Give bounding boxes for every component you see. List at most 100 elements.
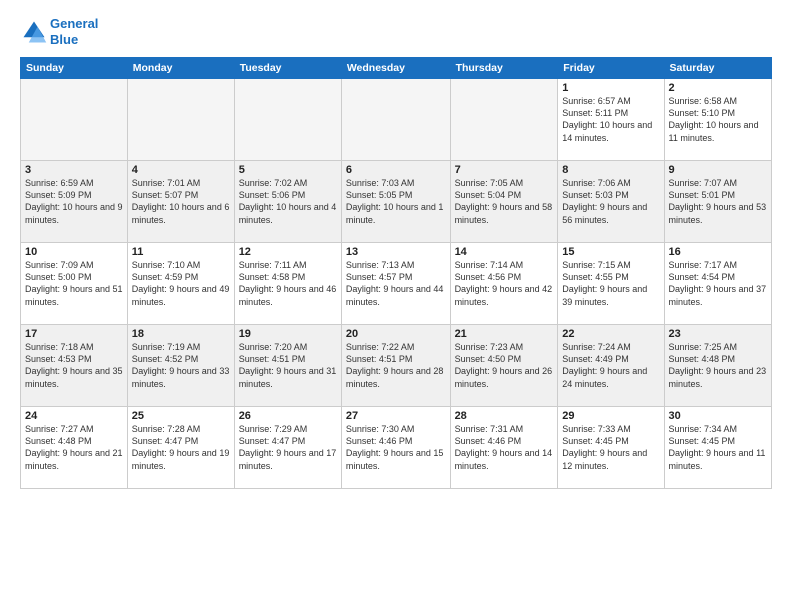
day-number: 8 [562,164,659,176]
day-cell: 12Sunrise: 7:11 AM Sunset: 4:58 PM Dayli… [234,243,341,325]
day-cell: 1Sunrise: 6:57 AM Sunset: 5:11 PM Daylig… [558,79,664,161]
day-number: 13 [346,246,446,258]
day-cell: 17Sunrise: 7:18 AM Sunset: 4:53 PM Dayli… [21,325,128,407]
day-number: 9 [669,164,767,176]
day-cell: 16Sunrise: 7:17 AM Sunset: 4:54 PM Dayli… [664,243,771,325]
weekday-tuesday: Tuesday [234,58,341,79]
week-row-4: 17Sunrise: 7:18 AM Sunset: 4:53 PM Dayli… [21,325,772,407]
day-cell: 29Sunrise: 7:33 AM Sunset: 4:45 PM Dayli… [558,407,664,489]
day-number: 2 [669,82,767,94]
day-info: Sunrise: 7:19 AM Sunset: 4:52 PM Dayligh… [132,341,230,390]
weekday-wednesday: Wednesday [341,58,450,79]
day-number: 6 [346,164,446,176]
logo-text: General Blue [50,16,98,47]
day-info: Sunrise: 6:58 AM Sunset: 5:10 PM Dayligh… [669,95,767,144]
day-info: Sunrise: 7:09 AM Sunset: 5:00 PM Dayligh… [25,259,123,308]
day-cell: 19Sunrise: 7:20 AM Sunset: 4:51 PM Dayli… [234,325,341,407]
day-cell: 10Sunrise: 7:09 AM Sunset: 5:00 PM Dayli… [21,243,128,325]
day-info: Sunrise: 7:34 AM Sunset: 4:45 PM Dayligh… [669,423,767,472]
day-number: 14 [455,246,554,258]
day-number: 29 [562,410,659,422]
day-number: 17 [25,328,123,340]
day-info: Sunrise: 7:27 AM Sunset: 4:48 PM Dayligh… [25,423,123,472]
weekday-thursday: Thursday [450,58,558,79]
day-number: 21 [455,328,554,340]
day-cell: 21Sunrise: 7:23 AM Sunset: 4:50 PM Dayli… [450,325,558,407]
page: General Blue SundayMondayTuesdayWednesda… [0,0,792,612]
day-info: Sunrise: 7:02 AM Sunset: 5:06 PM Dayligh… [239,177,337,226]
week-row-2: 3Sunrise: 6:59 AM Sunset: 5:09 PM Daylig… [21,161,772,243]
day-number: 10 [25,246,123,258]
day-cell: 4Sunrise: 7:01 AM Sunset: 5:07 PM Daylig… [127,161,234,243]
weekday-monday: Monday [127,58,234,79]
day-info: Sunrise: 7:24 AM Sunset: 4:49 PM Dayligh… [562,341,659,390]
week-row-5: 24Sunrise: 7:27 AM Sunset: 4:48 PM Dayli… [21,407,772,489]
day-number: 15 [562,246,659,258]
day-number: 16 [669,246,767,258]
day-cell: 15Sunrise: 7:15 AM Sunset: 4:55 PM Dayli… [558,243,664,325]
day-cell [341,79,450,161]
day-cell: 6Sunrise: 7:03 AM Sunset: 5:05 PM Daylig… [341,161,450,243]
day-info: Sunrise: 7:18 AM Sunset: 4:53 PM Dayligh… [25,341,123,390]
day-info: Sunrise: 7:23 AM Sunset: 4:50 PM Dayligh… [455,341,554,390]
day-number: 19 [239,328,337,340]
day-cell: 28Sunrise: 7:31 AM Sunset: 4:46 PM Dayli… [450,407,558,489]
day-cell [127,79,234,161]
header: General Blue [20,16,772,47]
day-cell: 7Sunrise: 7:05 AM Sunset: 5:04 PM Daylig… [450,161,558,243]
calendar: SundayMondayTuesdayWednesdayThursdayFrid… [20,57,772,489]
day-number: 25 [132,410,230,422]
day-info: Sunrise: 7:05 AM Sunset: 5:04 PM Dayligh… [455,177,554,226]
day-number: 22 [562,328,659,340]
day-number: 20 [346,328,446,340]
day-number: 7 [455,164,554,176]
day-info: Sunrise: 6:57 AM Sunset: 5:11 PM Dayligh… [562,95,659,144]
day-number: 12 [239,246,337,258]
day-number: 30 [669,410,767,422]
day-cell [450,79,558,161]
day-cell: 22Sunrise: 7:24 AM Sunset: 4:49 PM Dayli… [558,325,664,407]
day-number: 23 [669,328,767,340]
weekday-friday: Friday [558,58,664,79]
day-info: Sunrise: 7:22 AM Sunset: 4:51 PM Dayligh… [346,341,446,390]
day-cell: 3Sunrise: 6:59 AM Sunset: 5:09 PM Daylig… [21,161,128,243]
day-cell: 27Sunrise: 7:30 AM Sunset: 4:46 PM Dayli… [341,407,450,489]
day-info: Sunrise: 6:59 AM Sunset: 5:09 PM Dayligh… [25,177,123,226]
week-row-1: 1Sunrise: 6:57 AM Sunset: 5:11 PM Daylig… [21,79,772,161]
day-number: 18 [132,328,230,340]
day-number: 3 [25,164,123,176]
day-number: 11 [132,246,230,258]
day-info: Sunrise: 7:14 AM Sunset: 4:56 PM Dayligh… [455,259,554,308]
day-cell: 25Sunrise: 7:28 AM Sunset: 4:47 PM Dayli… [127,407,234,489]
day-cell: 18Sunrise: 7:19 AM Sunset: 4:52 PM Dayli… [127,325,234,407]
day-cell: 23Sunrise: 7:25 AM Sunset: 4:48 PM Dayli… [664,325,771,407]
day-info: Sunrise: 7:10 AM Sunset: 4:59 PM Dayligh… [132,259,230,308]
day-cell: 8Sunrise: 7:06 AM Sunset: 5:03 PM Daylig… [558,161,664,243]
day-cell: 26Sunrise: 7:29 AM Sunset: 4:47 PM Dayli… [234,407,341,489]
weekday-saturday: Saturday [664,58,771,79]
day-cell: 14Sunrise: 7:14 AM Sunset: 4:56 PM Dayli… [450,243,558,325]
day-info: Sunrise: 7:25 AM Sunset: 4:48 PM Dayligh… [669,341,767,390]
weekday-sunday: Sunday [21,58,128,79]
day-info: Sunrise: 7:13 AM Sunset: 4:57 PM Dayligh… [346,259,446,308]
logo-icon [20,18,48,46]
logo: General Blue [20,16,98,47]
day-cell: 20Sunrise: 7:22 AM Sunset: 4:51 PM Dayli… [341,325,450,407]
day-info: Sunrise: 7:28 AM Sunset: 4:47 PM Dayligh… [132,423,230,472]
day-cell: 13Sunrise: 7:13 AM Sunset: 4:57 PM Dayli… [341,243,450,325]
day-number: 24 [25,410,123,422]
day-number: 26 [239,410,337,422]
day-cell: 30Sunrise: 7:34 AM Sunset: 4:45 PM Dayli… [664,407,771,489]
day-number: 5 [239,164,337,176]
day-info: Sunrise: 7:06 AM Sunset: 5:03 PM Dayligh… [562,177,659,226]
day-cell: 2Sunrise: 6:58 AM Sunset: 5:10 PM Daylig… [664,79,771,161]
day-info: Sunrise: 7:15 AM Sunset: 4:55 PM Dayligh… [562,259,659,308]
day-cell [21,79,128,161]
day-info: Sunrise: 7:17 AM Sunset: 4:54 PM Dayligh… [669,259,767,308]
day-number: 1 [562,82,659,94]
day-info: Sunrise: 7:33 AM Sunset: 4:45 PM Dayligh… [562,423,659,472]
day-info: Sunrise: 7:11 AM Sunset: 4:58 PM Dayligh… [239,259,337,308]
day-info: Sunrise: 7:20 AM Sunset: 4:51 PM Dayligh… [239,341,337,390]
day-cell: 24Sunrise: 7:27 AM Sunset: 4:48 PM Dayli… [21,407,128,489]
weekday-header-row: SundayMondayTuesdayWednesdayThursdayFrid… [21,58,772,79]
